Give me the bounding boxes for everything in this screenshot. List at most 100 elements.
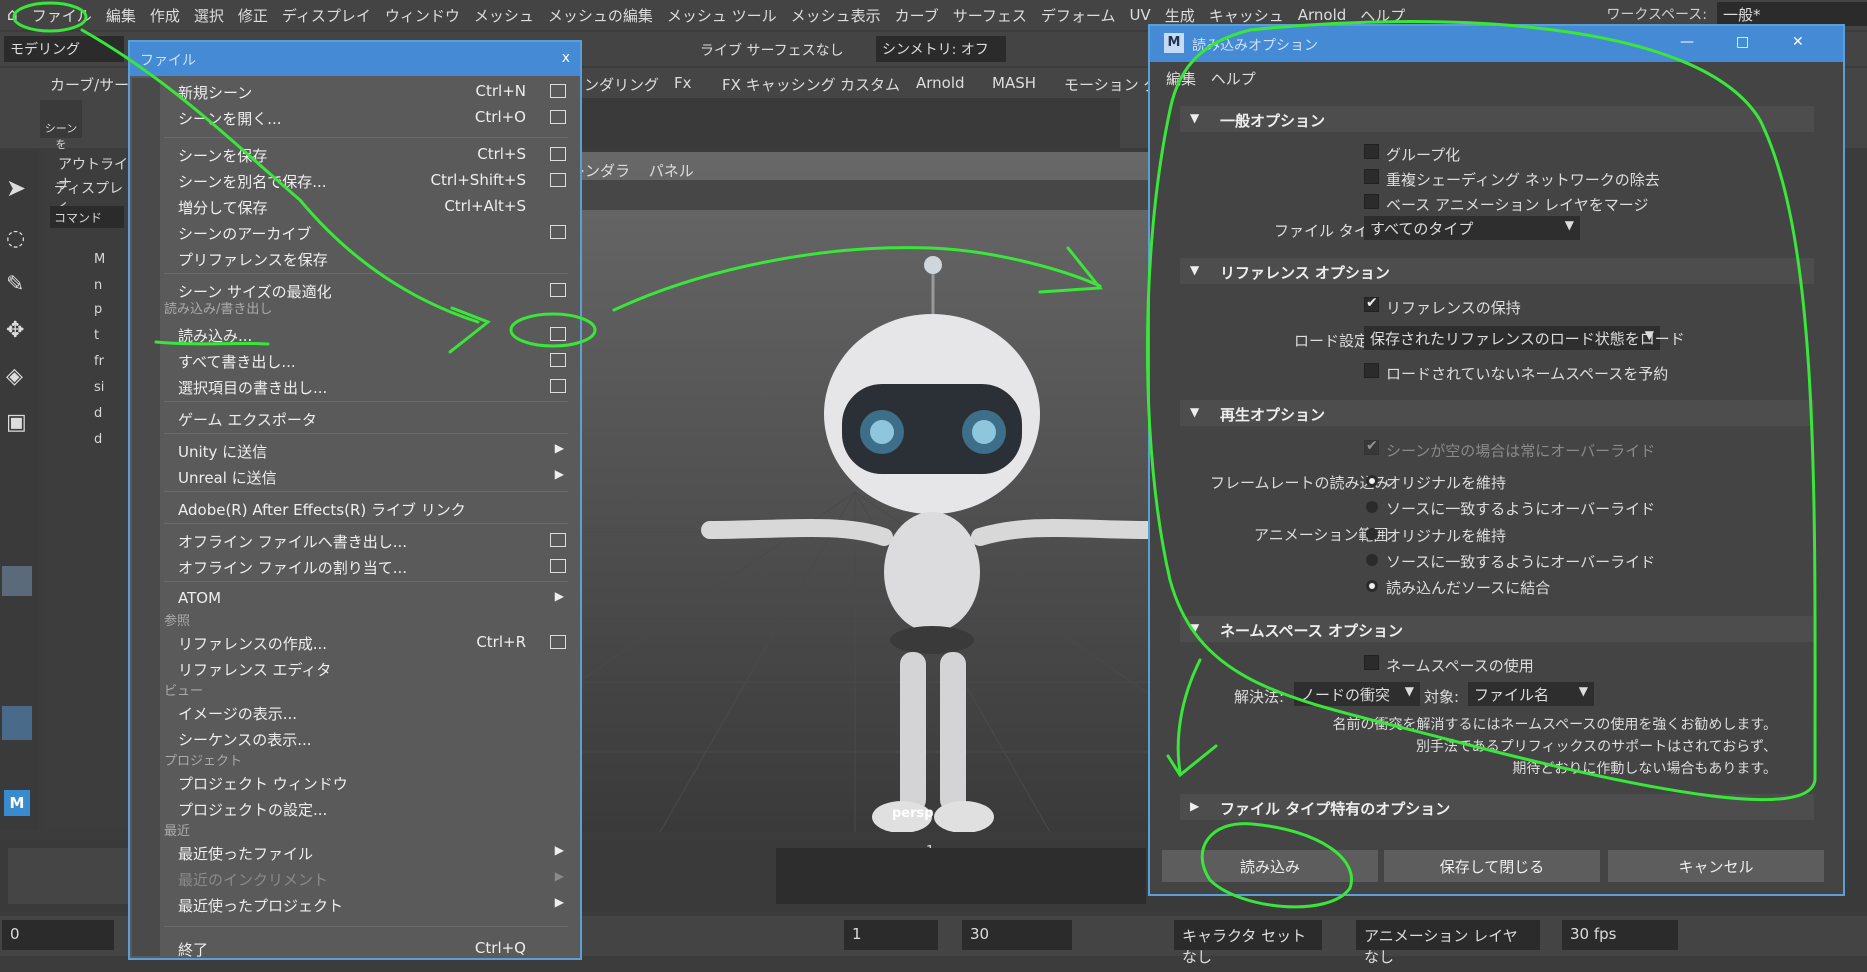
option-box-icon[interactable] [550, 533, 566, 547]
import-button[interactable]: 読み込み [1162, 850, 1378, 882]
target-select[interactable]: ファイル名 ▼ [1468, 682, 1594, 706]
option-box-icon[interactable] [550, 225, 566, 239]
outliner-layout-icon[interactable] [2, 706, 32, 740]
option-box-icon[interactable] [550, 283, 566, 297]
file-menu-item[interactable]: ATOM ▶ [178, 589, 566, 613]
outliner-item[interactable]: p [94, 302, 102, 317]
menu-help[interactable]: ヘルプ [1353, 5, 1412, 26]
file-menu-item[interactable]: すべて書き出し... [178, 351, 566, 375]
file-menu-item[interactable]: 読み込み... [178, 325, 566, 349]
menu-window[interactable]: ウィンドウ [378, 5, 467, 26]
option-box-icon[interactable] [550, 379, 566, 393]
menu-modify[interactable]: 修正 [231, 5, 275, 26]
start-frame-field[interactable]: 1 [844, 920, 938, 950]
merge-base-checkbox[interactable] [1364, 194, 1379, 209]
option-box-icon[interactable] [550, 635, 566, 649]
close-icon[interactable]: ✕ [1792, 34, 1804, 50]
menu-surfaces[interactable]: サーフェス [946, 5, 1034, 26]
preserve-references-checkbox[interactable] [1364, 295, 1379, 312]
menu-deform[interactable]: デフォーム [1034, 5, 1123, 26]
section-general[interactable]: ▼ 一般オプション [1180, 106, 1814, 132]
file-menu-item[interactable]: オフライン ファイルの割り当て... [178, 557, 566, 581]
file-menu-item[interactable]: Unreal に送信 ▶ [178, 467, 566, 491]
outliner-item[interactable]: t [94, 328, 99, 343]
file-menu-item[interactable]: プロジェクト ウィンドウ [178, 773, 566, 797]
file-menu-item[interactable]: Adobe(R) After Effects(R) ライブ リンク [178, 499, 566, 523]
menu-select[interactable]: 選択 [187, 5, 231, 26]
shelf-tab-fx-caching[interactable]: FX キャッシング [712, 72, 846, 98]
mode-select[interactable]: モデリング [4, 36, 124, 62]
section-reference[interactable]: ▼ リファレンス オプション [1180, 258, 1814, 284]
option-box-icon[interactable] [550, 84, 566, 98]
menu-mesh-display[interactable]: メッシュ表示 [784, 5, 888, 26]
option-box-icon[interactable] [550, 147, 566, 161]
framerate-override-radio[interactable] [1366, 501, 1378, 513]
file-menu-item[interactable]: Unity に送信 ▶ [178, 441, 566, 465]
file-menu-item[interactable]: リファレンスの作成... Ctrl+R [178, 633, 566, 657]
option-box-icon[interactable] [550, 327, 566, 341]
minimize-icon[interactable]: — [1680, 34, 1694, 50]
shelf-tab-custom[interactable]: カスタム [830, 72, 910, 98]
use-namespace-checkbox[interactable] [1364, 655, 1379, 670]
close-icon[interactable]: x [562, 50, 570, 66]
menu-generate[interactable]: 生成 [1158, 5, 1202, 26]
file-type-select[interactable]: すべてのタイプ ▼ [1364, 216, 1580, 240]
cancel-button[interactable]: キャンセル [1608, 850, 1824, 882]
menu-create[interactable]: 作成 [143, 5, 187, 26]
outliner-item[interactable]: d [94, 406, 102, 421]
dialog-menu-edit[interactable]: 編集 [1166, 70, 1196, 88]
live-surface-label[interactable]: ライブ サーフェスなし [700, 40, 844, 60]
scale-tool-icon[interactable]: ▣ [6, 410, 27, 435]
current-frame-field[interactable]: 0 [2, 920, 114, 950]
menu-curves[interactable]: カーブ [888, 5, 946, 26]
group-checkbox[interactable] [1364, 144, 1379, 159]
layout-icon[interactable] [2, 566, 32, 596]
home-icon[interactable]: ⌂ [0, 5, 25, 25]
rotate-tool-icon[interactable]: ◈ [6, 364, 23, 389]
workspace-select[interactable]: 一般* [1717, 2, 1867, 26]
file-menu-item[interactable]: 最近使ったファイル ▶ [178, 843, 566, 867]
file-menu-item[interactable]: シーンを別名で保存... Ctrl+Shift+S [178, 171, 566, 195]
outliner-item[interactable]: fr [94, 354, 104, 369]
move-tool-icon[interactable]: ✥ [6, 318, 24, 343]
file-menu-item[interactable]: リファレンス エディタ [178, 659, 566, 683]
open-scene-shelf-button[interactable]: シーンを [40, 100, 82, 151]
symmetry-select[interactable]: シンメトリ: オフ [876, 36, 1006, 62]
load-settings-select[interactable]: 保存されたリファレンスのロード状態をロード ▼ [1364, 326, 1685, 350]
end-frame-field[interactable]: 30 [962, 920, 1072, 950]
outliner-item[interactable]: si [94, 380, 104, 395]
shelf-tab-rendering[interactable]: ンダリング [574, 72, 669, 98]
viewport-menu-panels[interactable]: パネル [649, 162, 694, 180]
section-playback[interactable]: ▼ 再生オプション [1180, 400, 1814, 426]
menu-display[interactable]: ディスプレイ [275, 5, 378, 26]
framerate-keep-radio[interactable] [1366, 475, 1378, 487]
outliner-command-field[interactable]: コマンド [50, 206, 124, 228]
file-menu-item[interactable]: シーンを保存 Ctrl+S [178, 145, 566, 169]
menu-cache[interactable]: キャッシュ [1202, 5, 1291, 26]
menu-mesh-tools[interactable]: メッシュ ツール [660, 5, 784, 26]
lasso-tool-icon[interactable]: ◌ [6, 226, 25, 251]
option-box-icon[interactable] [550, 559, 566, 573]
option-box-icon[interactable] [550, 110, 566, 124]
outliner-item[interactable]: n [94, 278, 102, 293]
viewport-persp[interactable]: persp [560, 152, 1150, 832]
file-menu-item[interactable]: プロジェクトの設定... [178, 799, 566, 823]
menu-mesh[interactable]: メッシュ [467, 5, 541, 26]
select-tool-icon[interactable]: ➤ [6, 174, 26, 202]
menu-arnold[interactable]: Arnold [1291, 6, 1354, 24]
file-menu-item[interactable]: プリファレンスを保存 [178, 249, 566, 273]
option-box-icon[interactable] [550, 353, 566, 367]
reserve-ns-checkbox[interactable] [1364, 363, 1379, 378]
shelf-tab-arnold[interactable]: Arnold [906, 72, 975, 98]
file-menu-item[interactable]: ゲーム エクスポータ [178, 409, 566, 433]
file-menu-item[interactable]: イメージの表示... [178, 703, 566, 727]
shelf-tab-mash[interactable]: MASH [982, 72, 1046, 98]
shelf-tab-fx[interactable]: Fx [664, 72, 702, 98]
resolve-select[interactable]: ノードの衝突 ▼ [1294, 682, 1420, 706]
menu-edit-mesh[interactable]: メッシュの編集 [541, 5, 660, 26]
section-namespace[interactable]: ▼ ネームスペース オプション [1180, 616, 1814, 642]
option-box-icon[interactable] [550, 173, 566, 187]
anim-combine-radio[interactable] [1366, 580, 1378, 592]
paint-tool-icon[interactable]: ✎ [6, 272, 24, 297]
menu-edit[interactable]: 編集 [99, 5, 143, 26]
